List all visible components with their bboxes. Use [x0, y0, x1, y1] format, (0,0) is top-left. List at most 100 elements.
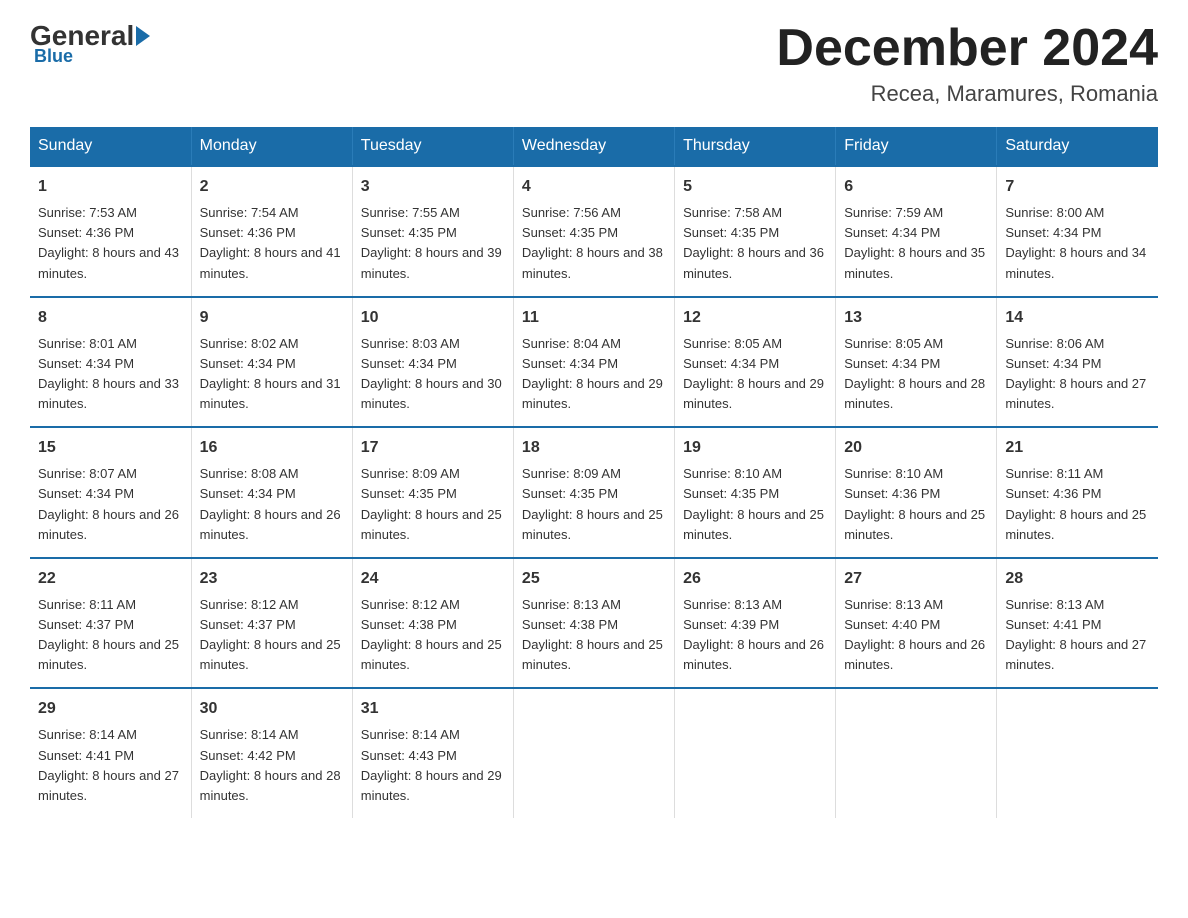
day-info: Sunrise: 8:05 AMSunset: 4:34 PMDaylight:…	[683, 334, 827, 415]
day-info: Sunrise: 7:55 AMSunset: 4:35 PMDaylight:…	[361, 203, 505, 284]
day-number: 2	[200, 175, 344, 199]
calendar-cell: 7 Sunrise: 8:00 AMSunset: 4:34 PMDaylight…	[997, 166, 1158, 297]
day-info: Sunrise: 8:04 AMSunset: 4:34 PMDaylight:…	[522, 334, 666, 415]
calendar-cell: 27 Sunrise: 8:13 AMSunset: 4:40 PMDayligh…	[836, 558, 997, 689]
day-info: Sunrise: 8:14 AMSunset: 4:43 PMDaylight:…	[361, 725, 505, 806]
calendar-cell	[997, 688, 1158, 818]
day-info: Sunrise: 8:08 AMSunset: 4:34 PMDaylight:…	[200, 464, 344, 545]
calendar-cell: 30 Sunrise: 8:14 AMSunset: 4:42 PMDayligh…	[191, 688, 352, 818]
day-info: Sunrise: 8:03 AMSunset: 4:34 PMDaylight:…	[361, 334, 505, 415]
day-info: Sunrise: 8:12 AMSunset: 4:37 PMDaylight:…	[200, 595, 344, 676]
calendar-table: SundayMondayTuesdayWednesdayThursdayFrid…	[30, 127, 1158, 818]
day-number: 6	[844, 175, 988, 199]
calendar-cell: 16Sunrise: 8:08 AMSunset: 4:34 PMDayligh…	[191, 427, 352, 558]
title-area: December 2024 Recea, Maramures, Romania	[776, 20, 1158, 107]
day-number: 10	[361, 306, 505, 330]
day-number: 22	[38, 567, 183, 591]
day-info: Sunrise: 7:59 AMSunset: 4:34 PMDaylight:…	[844, 203, 988, 284]
day-info: Sunrise: 8:10 AMSunset: 4:36 PMDaylight:…	[844, 464, 988, 545]
day-number: 21	[1005, 436, 1150, 460]
calendar-cell: 14Sunrise: 8:06 AMSunset: 4:34 PMDayligh…	[997, 297, 1158, 428]
header-sunday: Sunday	[30, 127, 191, 166]
day-number: 3	[361, 175, 505, 199]
header: General Blue December 2024 Recea, Maramu…	[30, 20, 1158, 107]
day-number: 1	[38, 175, 183, 199]
header-friday: Friday	[836, 127, 997, 166]
calendar-cell: 26Sunrise: 8:13 AMSunset: 4:39 PMDayligh…	[675, 558, 836, 689]
day-info: Sunrise: 8:13 AMSunset: 4:41 PMDaylight:…	[1005, 595, 1150, 676]
day-number: 5	[683, 175, 827, 199]
day-number: 24	[361, 567, 505, 591]
header-wednesday: Wednesday	[513, 127, 674, 166]
calendar-cell: 31 Sunrise: 8:14 AMSunset: 4:43 PMDayligh…	[352, 688, 513, 818]
calendar-cell: 10 Sunrise: 8:03 AMSunset: 4:34 PMDayligh…	[352, 297, 513, 428]
day-number: 23	[200, 567, 344, 591]
calendar-week-row: 1Sunrise: 7:53 AMSunset: 4:36 PMDaylight…	[30, 166, 1158, 297]
calendar-cell: 20 Sunrise: 8:10 AMSunset: 4:36 PMDayligh…	[836, 427, 997, 558]
header-monday: Monday	[191, 127, 352, 166]
calendar-cell: 12 Sunrise: 8:05 AMSunset: 4:34 PMDayligh…	[675, 297, 836, 428]
day-info: Sunrise: 7:56 AMSunset: 4:35 PMDaylight:…	[522, 203, 666, 284]
day-info: Sunrise: 8:14 AMSunset: 4:41 PMDaylight:…	[38, 725, 183, 806]
header-tuesday: Tuesday	[352, 127, 513, 166]
day-number: 12	[683, 306, 827, 330]
day-number: 8	[38, 306, 183, 330]
calendar-header-row: SundayMondayTuesdayWednesdayThursdayFrid…	[30, 127, 1158, 166]
calendar-cell: 23 Sunrise: 8:12 AMSunset: 4:37 PMDayligh…	[191, 558, 352, 689]
calendar-cell: 1Sunrise: 7:53 AMSunset: 4:36 PMDaylight…	[30, 166, 191, 297]
day-info: Sunrise: 8:01 AMSunset: 4:34 PMDaylight:…	[38, 334, 183, 415]
day-info: Sunrise: 8:11 AMSunset: 4:36 PMDaylight:…	[1005, 464, 1150, 545]
calendar-cell	[675, 688, 836, 818]
calendar-week-row: 15 Sunrise: 8:07 AMSunset: 4:34 PMDayligh…	[30, 427, 1158, 558]
day-info: Sunrise: 8:05 AMSunset: 4:34 PMDaylight:…	[844, 334, 988, 415]
day-number: 20	[844, 436, 988, 460]
calendar-cell: 8 Sunrise: 8:01 AMSunset: 4:34 PMDaylight…	[30, 297, 191, 428]
day-info: Sunrise: 8:00 AMSunset: 4:34 PMDaylight:…	[1005, 203, 1150, 284]
day-info: Sunrise: 8:02 AMSunset: 4:34 PMDaylight:…	[200, 334, 344, 415]
month-title: December 2024	[776, 20, 1158, 77]
calendar-week-row: 8 Sunrise: 8:01 AMSunset: 4:34 PMDaylight…	[30, 297, 1158, 428]
calendar-cell: 18 Sunrise: 8:09 AMSunset: 4:35 PMDayligh…	[513, 427, 674, 558]
day-number: 18	[522, 436, 666, 460]
calendar-cell: 15 Sunrise: 8:07 AMSunset: 4:34 PMDayligh…	[30, 427, 191, 558]
day-number: 11	[522, 306, 666, 330]
calendar-cell: 3 Sunrise: 7:55 AMSunset: 4:35 PMDaylight…	[352, 166, 513, 297]
day-number: 15	[38, 436, 183, 460]
calendar-cell: 9Sunrise: 8:02 AMSunset: 4:34 PMDaylight…	[191, 297, 352, 428]
calendar-week-row: 22 Sunrise: 8:11 AMSunset: 4:37 PMDayligh…	[30, 558, 1158, 689]
calendar-cell: 11 Sunrise: 8:04 AMSunset: 4:34 PMDayligh…	[513, 297, 674, 428]
calendar-cell: 13Sunrise: 8:05 AMSunset: 4:34 PMDayligh…	[836, 297, 997, 428]
calendar-cell: 24Sunrise: 8:12 AMSunset: 4:38 PMDayligh…	[352, 558, 513, 689]
day-number: 25	[522, 567, 666, 591]
day-number: 17	[361, 436, 505, 460]
calendar-cell: 29 Sunrise: 8:14 AMSunset: 4:41 PMDayligh…	[30, 688, 191, 818]
header-saturday: Saturday	[997, 127, 1158, 166]
day-number: 4	[522, 175, 666, 199]
location: Recea, Maramures, Romania	[776, 81, 1158, 107]
calendar-cell: 2Sunrise: 7:54 AMSunset: 4:36 PMDaylight…	[191, 166, 352, 297]
calendar-cell: 28 Sunrise: 8:13 AMSunset: 4:41 PMDayligh…	[997, 558, 1158, 689]
day-number: 30	[200, 697, 344, 721]
logo-blue-text: Blue	[34, 46, 73, 67]
day-number: 19	[683, 436, 827, 460]
day-info: Sunrise: 8:13 AMSunset: 4:40 PMDaylight:…	[844, 595, 988, 676]
calendar-week-row: 29 Sunrise: 8:14 AMSunset: 4:41 PMDayligh…	[30, 688, 1158, 818]
day-number: 28	[1005, 567, 1150, 591]
day-number: 29	[38, 697, 183, 721]
day-info: Sunrise: 8:11 AMSunset: 4:37 PMDaylight:…	[38, 595, 183, 676]
calendar-cell: 17 Sunrise: 8:09 AMSunset: 4:35 PMDayligh…	[352, 427, 513, 558]
logo-arrow-icon	[136, 26, 150, 46]
day-info: Sunrise: 8:07 AMSunset: 4:34 PMDaylight:…	[38, 464, 183, 545]
day-number: 27	[844, 567, 988, 591]
calendar-cell: 4 Sunrise: 7:56 AMSunset: 4:35 PMDaylight…	[513, 166, 674, 297]
calendar-cell	[836, 688, 997, 818]
day-info: Sunrise: 8:09 AMSunset: 4:35 PMDaylight:…	[361, 464, 505, 545]
day-info: Sunrise: 8:09 AMSunset: 4:35 PMDaylight:…	[522, 464, 666, 545]
header-thursday: Thursday	[675, 127, 836, 166]
day-info: Sunrise: 7:58 AMSunset: 4:35 PMDaylight:…	[683, 203, 827, 284]
logo-blue-part	[134, 26, 152, 46]
day-number: 7	[1005, 175, 1150, 199]
day-number: 31	[361, 697, 505, 721]
day-info: Sunrise: 8:10 AMSunset: 4:35 PMDaylight:…	[683, 464, 827, 545]
day-info: Sunrise: 8:14 AMSunset: 4:42 PMDaylight:…	[200, 725, 344, 806]
